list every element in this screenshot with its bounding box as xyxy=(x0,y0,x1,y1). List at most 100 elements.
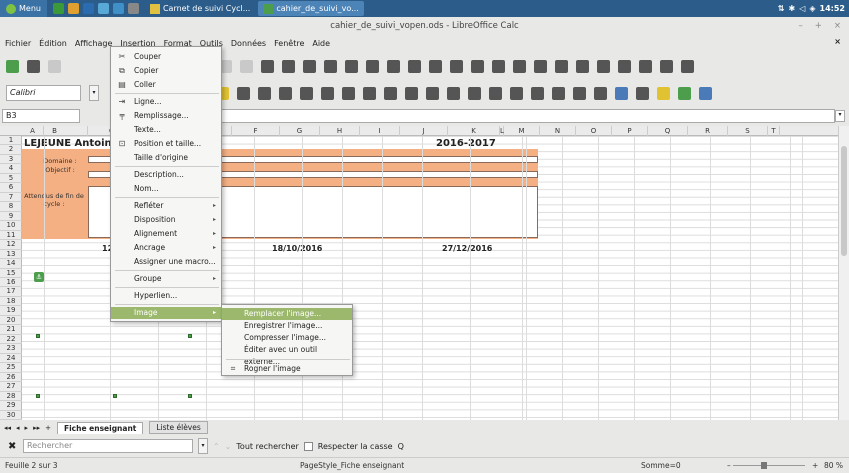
sort-desc-icon[interactable] xyxy=(429,59,442,73)
special-char-icon[interactable] xyxy=(534,59,547,73)
context-menu-item-hyperlien[interactable]: Hyperlien... xyxy=(111,290,221,302)
borders-icon[interactable] xyxy=(573,86,586,100)
network-icon[interactable]: ⇅ xyxy=(778,4,785,13)
context-menu-item-refléter[interactable]: Refléter ▸ xyxy=(111,200,221,212)
context-menu-item-assigner-une-macro[interactable]: Assigner une macro... xyxy=(111,256,221,268)
row-header[interactable]: 24 xyxy=(0,354,22,364)
save-icon[interactable] xyxy=(48,59,61,73)
menu-edition[interactable]: Édition xyxy=(39,39,67,48)
sort-icon[interactable] xyxy=(387,59,400,73)
context-menu-item-copier[interactable]: ⧉ Copier xyxy=(111,65,221,77)
wrap-text-icon[interactable] xyxy=(300,86,313,100)
image-resize-handle[interactable] xyxy=(36,394,40,398)
search-history-dropdown[interactable]: ▾ xyxy=(198,438,208,454)
zoom-slider-knob[interactable] xyxy=(761,462,767,469)
style-icon[interactable] xyxy=(657,86,670,100)
comment-icon[interactable] xyxy=(576,59,589,73)
insert-rows-icon[interactable] xyxy=(345,59,358,73)
row-header[interactable]: 11 xyxy=(0,231,22,241)
match-case-label[interactable]: Respecter la casse xyxy=(318,442,393,451)
firefox-icon[interactable] xyxy=(67,3,79,14)
files-icon[interactable] xyxy=(97,3,109,14)
date-format-icon[interactable] xyxy=(468,86,481,100)
find-all-checkbox[interactable] xyxy=(303,441,313,451)
add-decimal-icon[interactable] xyxy=(489,86,502,100)
prev-sheet-button[interactable]: ◂ xyxy=(16,424,20,432)
clock[interactable]: 14:52 xyxy=(820,4,845,13)
font-name-box[interactable]: Calibri xyxy=(6,85,81,101)
shield-icon[interactable]: ◈ xyxy=(809,4,815,13)
image-submenu-item[interactable]: Compresser l'image... xyxy=(222,332,352,344)
column-header[interactable]: N xyxy=(540,126,576,136)
context-menu-item-disposition[interactable]: Disposition ▸ xyxy=(111,214,221,226)
column-header[interactable]: R xyxy=(688,126,728,136)
image-submenu-item[interactable]: Enregistrer l'image... xyxy=(222,320,352,332)
row-header[interactable]: 10 xyxy=(0,221,22,231)
task-calc[interactable]: cahier_de_suivi_vo... xyxy=(258,1,364,16)
row-header[interactable]: 12 xyxy=(0,240,22,250)
column-header[interactable]: T xyxy=(768,126,780,136)
sum-status[interactable]: Somme=0 xyxy=(641,461,681,470)
date-cell-3[interactable]: 27/12/2016 xyxy=(442,244,492,253)
open-icon[interactable] xyxy=(27,59,40,73)
column-header[interactable]: Q xyxy=(648,126,688,136)
sort-asc-icon[interactable] xyxy=(408,59,421,73)
column-icon[interactable] xyxy=(324,59,337,73)
find-all-button[interactable]: Tout rechercher xyxy=(236,442,298,451)
new-icon[interactable] xyxy=(6,59,19,73)
expand-formula-button[interactable]: ▾ xyxy=(835,110,845,122)
image-resize-handle[interactable] xyxy=(113,394,117,398)
column-header[interactable]: K xyxy=(448,126,500,136)
bluetooth-icon[interactable]: ✱ xyxy=(789,4,796,13)
close-window-button[interactable]: × xyxy=(834,17,841,35)
image-submenu-item[interactable]: ⌗ Rogner l'image xyxy=(222,363,352,375)
column-header[interactable]: J xyxy=(400,126,448,136)
image-submenu-item[interactable]: Éditer avec un outil externe... xyxy=(222,344,352,366)
settings-icon[interactable] xyxy=(127,3,139,14)
row-header[interactable]: 18 xyxy=(0,297,22,307)
row-header[interactable]: 3 xyxy=(0,155,22,165)
search-input[interactable]: Rechercher xyxy=(23,439,193,453)
align-top-icon[interactable] xyxy=(342,86,355,100)
image-resize-handle[interactable] xyxy=(188,394,192,398)
row-header[interactable]: 20 xyxy=(0,316,22,326)
first-sheet-button[interactable]: ◂◂ xyxy=(4,424,11,432)
align-bottom-icon[interactable] xyxy=(384,86,397,100)
row-header[interactable]: 4 xyxy=(0,164,22,174)
tab-fiche-enseignant[interactable]: Fiche enseignant xyxy=(56,421,144,434)
row-header[interactable]: 25 xyxy=(0,363,22,373)
column-header[interactable]: P xyxy=(612,126,648,136)
maximize-button[interactable]: + xyxy=(815,17,822,35)
anchor-icon[interactable]: ⚓ xyxy=(34,272,44,282)
style-neutral-icon[interactable] xyxy=(699,86,712,100)
number-format-icon[interactable] xyxy=(447,86,460,100)
align-middle-icon[interactable] xyxy=(363,86,376,100)
row-header[interactable]: 16 xyxy=(0,278,22,288)
pivot-table-icon[interactable] xyxy=(513,59,526,73)
indent-icon[interactable] xyxy=(531,86,544,100)
border-style-icon[interactable] xyxy=(594,86,607,100)
school-year-cell[interactable]: 2016-2017 xyxy=(436,138,496,149)
zoom-slider[interactable] xyxy=(733,465,805,466)
define-print-area-icon[interactable] xyxy=(618,59,631,73)
align-right-icon[interactable] xyxy=(279,86,292,100)
row-header[interactable]: 29 xyxy=(0,401,22,411)
draw-icon[interactable] xyxy=(681,59,694,73)
insert-cols-icon[interactable] xyxy=(366,59,379,73)
context-menu-item-position-et-taille[interactable]: ⊡ Position et taille... xyxy=(111,138,221,150)
row-header[interactable]: 26 xyxy=(0,373,22,383)
row-header[interactable]: 6 xyxy=(0,183,22,193)
row-header[interactable]: 22 xyxy=(0,335,22,345)
context-menu-item-couper[interactable]: ✂ Couper xyxy=(111,51,221,63)
style-good-icon[interactable] xyxy=(678,86,691,100)
context-menu-item-ancrage[interactable]: Ancrage ▸ xyxy=(111,242,221,254)
column-header[interactable]: B xyxy=(22,126,88,136)
close-find-bar-icon[interactable]: ✖ xyxy=(8,441,18,452)
column-header[interactable]: H xyxy=(320,126,360,136)
spelling-icon[interactable] xyxy=(282,59,295,73)
font-name-dropdown[interactable]: ▾ xyxy=(89,85,99,101)
column-header[interactable]: O xyxy=(576,126,612,136)
scrollbar-thumb[interactable] xyxy=(841,146,847,256)
image-icon[interactable] xyxy=(471,59,484,73)
context-menu-item-texte[interactable]: Texte... xyxy=(111,124,221,136)
